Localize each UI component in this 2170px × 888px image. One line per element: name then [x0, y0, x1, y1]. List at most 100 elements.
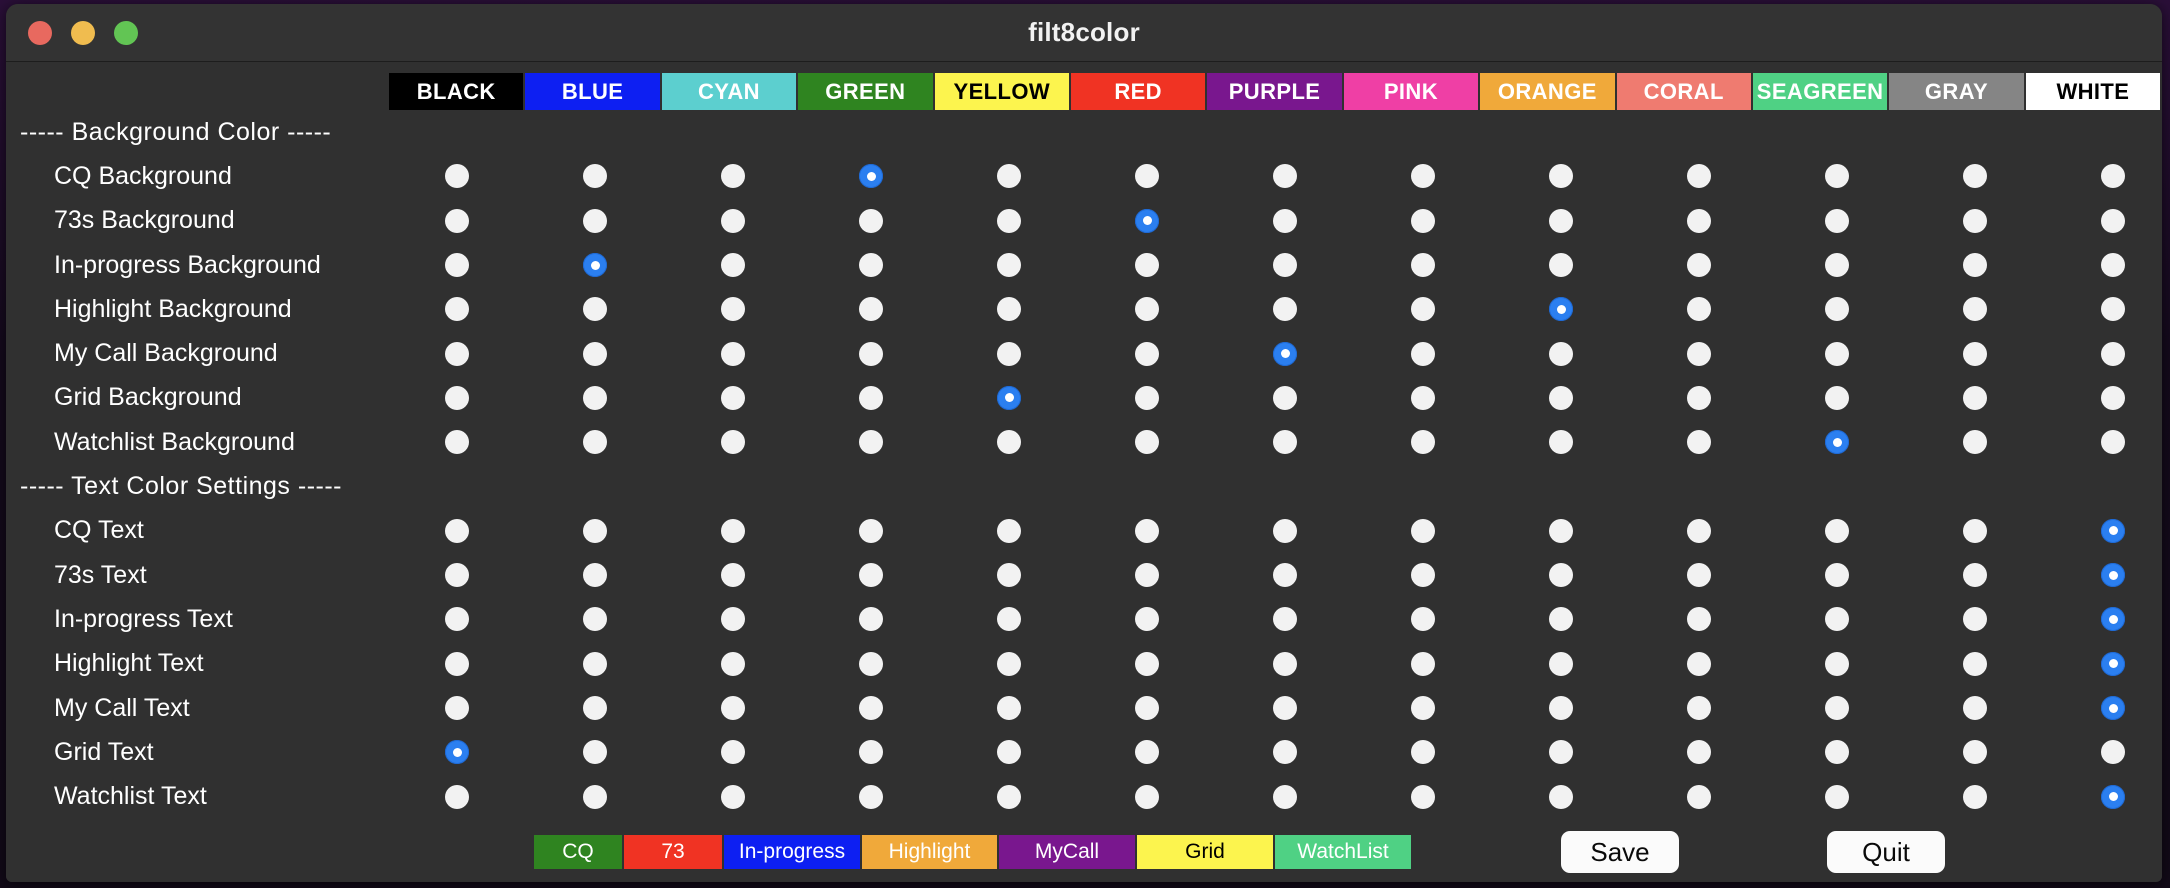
- preview-swatch-mycall[interactable]: MyCall: [999, 835, 1135, 869]
- radio-watchlist-text-blue[interactable]: [583, 784, 607, 809]
- radio-in-progress-text-orange[interactable]: [1549, 607, 1573, 632]
- radio-cq-background-yellow[interactable]: [997, 164, 1021, 189]
- radio-my-call-background-seagreen[interactable]: [1825, 341, 1849, 366]
- radio-in-progress-background-pink[interactable]: [1411, 253, 1435, 278]
- radio-highlight-background-coral[interactable]: [1687, 297, 1711, 322]
- radio-highlight-text-yellow[interactable]: [997, 651, 1021, 676]
- radio-highlight-text-gray[interactable]: [1963, 651, 1987, 676]
- radio-my-call-text-coral[interactable]: [1687, 696, 1711, 720]
- radio-73s-text-cyan[interactable]: [721, 563, 745, 588]
- radio-in-progress-text-cyan[interactable]: [721, 607, 745, 632]
- radio-73s-background-orange[interactable]: [1549, 208, 1573, 233]
- radio-my-call-text-blue[interactable]: [583, 696, 607, 720]
- radio-grid-background-gray[interactable]: [1963, 385, 1987, 410]
- radio-watchlist-background-white[interactable]: [2101, 430, 2125, 455]
- radio-73s-text-gray[interactable]: [1963, 563, 1987, 588]
- radio-73s-background-seagreen[interactable]: [1825, 208, 1849, 233]
- radio-my-call-text-pink[interactable]: [1411, 696, 1435, 720]
- radio-grid-background-black[interactable]: [445, 385, 469, 410]
- radio-my-call-background-orange[interactable]: [1549, 341, 1573, 366]
- radio-cq-background-coral[interactable]: [1687, 164, 1711, 189]
- radio-watchlist-background-seagreen[interactable]: [1825, 430, 1849, 455]
- radio-cq-text-white[interactable]: [2101, 518, 2125, 543]
- radio-in-progress-background-yellow[interactable]: [997, 253, 1021, 278]
- close-window-button[interactable]: [28, 20, 52, 45]
- color-header-yellow[interactable]: YELLOW: [934, 72, 1069, 110]
- radio-my-call-background-gray[interactable]: [1963, 341, 1987, 366]
- radio-73s-text-red[interactable]: [1135, 563, 1159, 588]
- radio-cq-text-purple[interactable]: [1273, 518, 1297, 543]
- radio-cq-background-red[interactable]: [1135, 164, 1159, 189]
- radio-73s-background-cyan[interactable]: [721, 208, 745, 233]
- radio-cq-background-pink[interactable]: [1411, 164, 1435, 189]
- radio-in-progress-background-purple[interactable]: [1273, 253, 1297, 278]
- preview-swatch-grid[interactable]: Grid: [1137, 835, 1273, 869]
- radio-cq-background-gray[interactable]: [1963, 164, 1987, 189]
- minimize-window-button[interactable]: [71, 20, 95, 45]
- radio-cq-text-green[interactable]: [859, 518, 883, 543]
- radio-grid-text-cyan[interactable]: [721, 740, 745, 765]
- radio-watchlist-background-purple[interactable]: [1273, 430, 1297, 455]
- radio-highlight-text-orange[interactable]: [1549, 651, 1573, 676]
- radio-in-progress-background-seagreen[interactable]: [1825, 253, 1849, 278]
- radio-cq-background-black[interactable]: [445, 164, 469, 189]
- radio-watchlist-text-seagreen[interactable]: [1825, 784, 1849, 809]
- radio-watchlist-background-gray[interactable]: [1963, 430, 1987, 455]
- radio-in-progress-background-black[interactable]: [445, 253, 469, 278]
- radio-highlight-text-white[interactable]: [2101, 651, 2125, 676]
- radio-my-call-text-gray[interactable]: [1963, 696, 1987, 720]
- radio-grid-background-coral[interactable]: [1687, 385, 1711, 410]
- radio-my-call-text-orange[interactable]: [1549, 696, 1573, 720]
- radio-grid-text-coral[interactable]: [1687, 740, 1711, 765]
- radio-my-call-background-red[interactable]: [1135, 341, 1159, 366]
- radio-highlight-text-pink[interactable]: [1411, 651, 1435, 676]
- radio-my-call-background-coral[interactable]: [1687, 341, 1711, 366]
- radio-highlight-background-white[interactable]: [2101, 297, 2125, 322]
- radio-my-call-background-purple[interactable]: [1273, 341, 1297, 366]
- radio-73s-background-red[interactable]: [1135, 208, 1159, 233]
- radio-grid-text-black[interactable]: [445, 740, 469, 765]
- radio-highlight-text-cyan[interactable]: [721, 651, 745, 676]
- radio-highlight-background-cyan[interactable]: [721, 297, 745, 322]
- color-header-green[interactable]: GREEN: [798, 72, 933, 110]
- radio-grid-text-red[interactable]: [1135, 740, 1159, 765]
- radio-73s-text-pink[interactable]: [1411, 563, 1435, 588]
- radio-highlight-text-black[interactable]: [445, 651, 469, 676]
- radio-grid-background-red[interactable]: [1135, 385, 1159, 410]
- radio-highlight-background-yellow[interactable]: [997, 297, 1021, 322]
- radio-grid-text-purple[interactable]: [1273, 740, 1297, 765]
- color-header-coral[interactable]: CORAL: [1616, 72, 1751, 110]
- color-header-orange[interactable]: ORANGE: [1480, 72, 1615, 110]
- radio-in-progress-text-yellow[interactable]: [997, 607, 1021, 632]
- radio-watchlist-text-green[interactable]: [859, 784, 883, 809]
- color-header-pink[interactable]: PINK: [1343, 72, 1479, 110]
- radio-cq-text-black[interactable]: [445, 518, 469, 543]
- radio-73s-background-black[interactable]: [445, 208, 469, 233]
- radio-grid-background-seagreen[interactable]: [1825, 385, 1849, 410]
- radio-highlight-background-blue[interactable]: [583, 297, 607, 322]
- color-header-blue[interactable]: BLUE: [525, 72, 660, 110]
- radio-cq-text-orange[interactable]: [1549, 518, 1573, 543]
- radio-in-progress-background-orange[interactable]: [1549, 253, 1573, 278]
- radio-73s-background-yellow[interactable]: [997, 208, 1021, 233]
- radio-highlight-background-seagreen[interactable]: [1825, 297, 1849, 322]
- radio-in-progress-text-white[interactable]: [2101, 607, 2125, 632]
- radio-grid-text-white[interactable]: [2101, 740, 2125, 765]
- color-header-gray[interactable]: GRAY: [1889, 72, 2024, 110]
- radio-highlight-text-coral[interactable]: [1687, 651, 1711, 676]
- radio-cq-text-pink[interactable]: [1411, 518, 1435, 543]
- radio-73s-background-blue[interactable]: [583, 208, 607, 233]
- preview-swatch-watchlist[interactable]: WatchList: [1275, 835, 1411, 869]
- radio-grid-background-yellow[interactable]: [997, 385, 1021, 410]
- radio-grid-background-pink[interactable]: [1411, 385, 1435, 410]
- radio-highlight-text-red[interactable]: [1135, 651, 1159, 676]
- radio-73s-text-yellow[interactable]: [997, 563, 1021, 588]
- radio-cq-text-cyan[interactable]: [721, 518, 745, 543]
- color-header-red[interactable]: RED: [1070, 72, 1206, 110]
- color-header-cyan[interactable]: CYAN: [661, 72, 797, 110]
- radio-my-call-background-green[interactable]: [859, 341, 883, 366]
- radio-highlight-text-green[interactable]: [859, 651, 883, 676]
- radio-73s-background-gray[interactable]: [1963, 208, 1987, 233]
- radio-in-progress-text-coral[interactable]: [1687, 607, 1711, 632]
- radio-my-call-text-cyan[interactable]: [721, 696, 745, 720]
